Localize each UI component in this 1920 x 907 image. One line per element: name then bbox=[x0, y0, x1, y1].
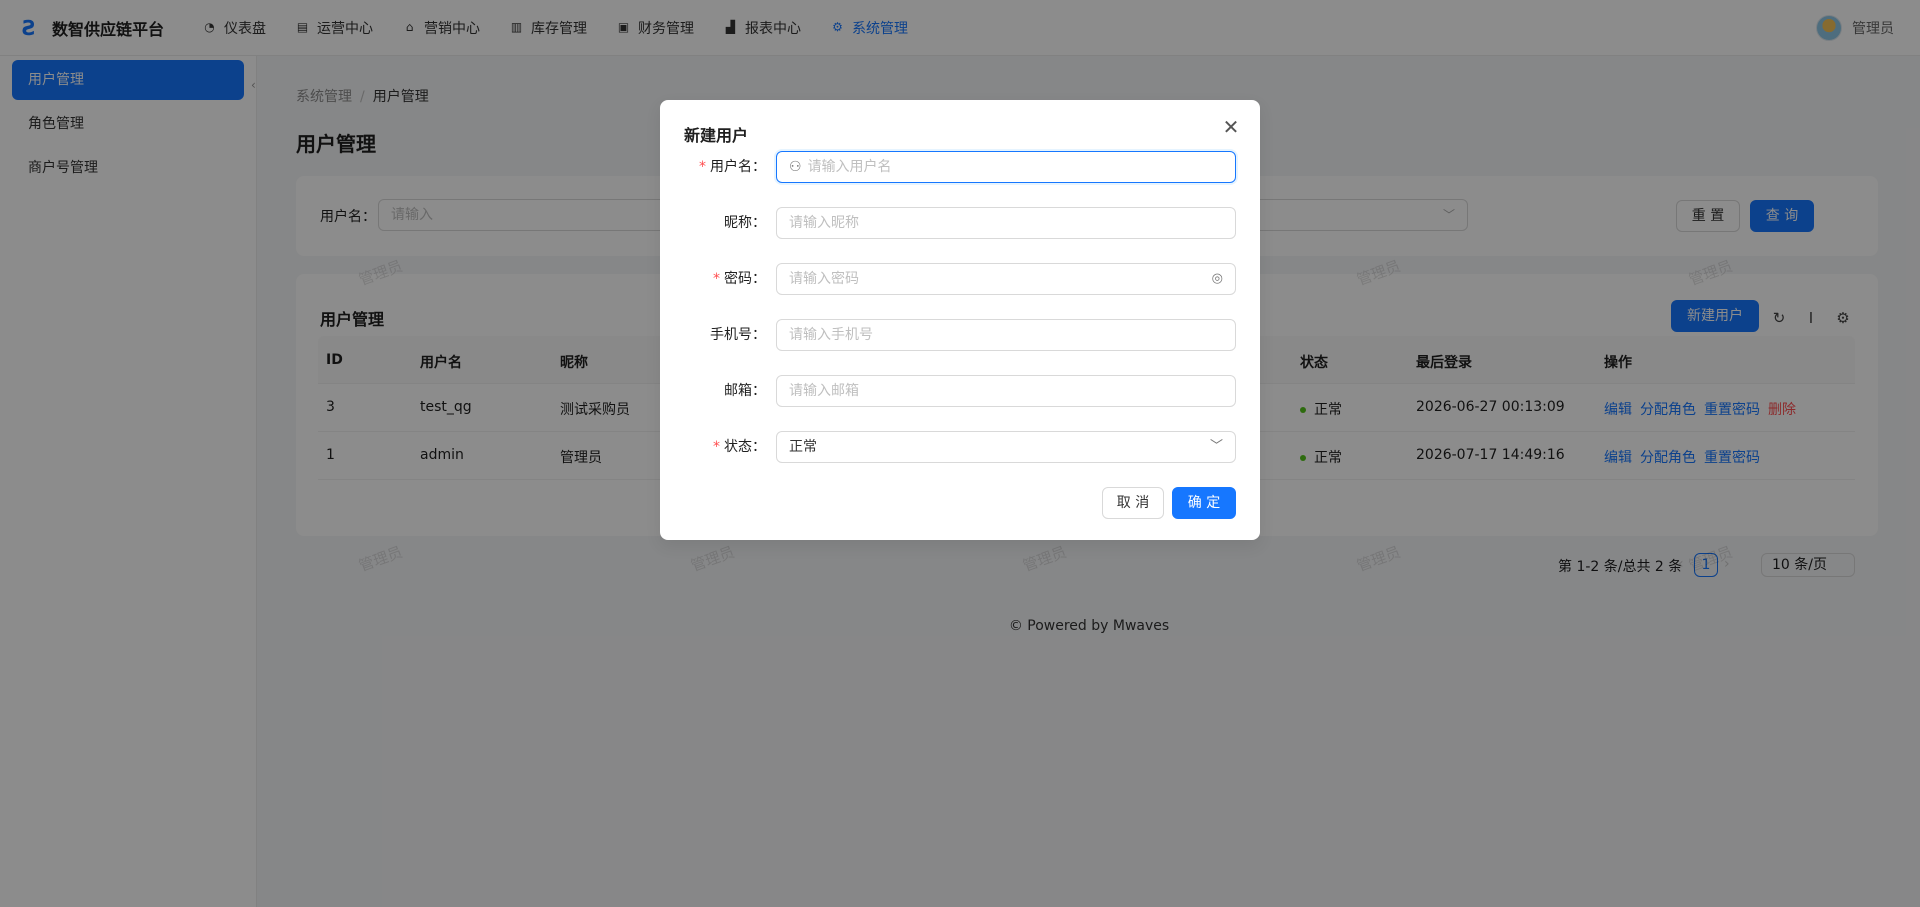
status-label: * 状态： bbox=[713, 439, 766, 455]
close-icon[interactable]: ✕ bbox=[1220, 116, 1242, 138]
password-field[interactable]: 请输入密码 ◎ bbox=[776, 263, 1236, 295]
nickname-placeholder: 请输入昵称 bbox=[789, 215, 859, 231]
status-value: 正常 bbox=[789, 439, 817, 455]
username-label-text: 用户名 bbox=[710, 159, 752, 175]
nickname-field[interactable]: 请输入昵称 bbox=[776, 207, 1236, 239]
status-label-text: 状态 bbox=[724, 439, 752, 455]
ok-button[interactable]: 确 定 bbox=[1172, 487, 1236, 519]
email-field[interactable]: 请输入邮箱 bbox=[776, 375, 1236, 407]
user-icon: ⚇ bbox=[789, 159, 802, 175]
eye-invisible-icon[interactable]: ◎ bbox=[1212, 264, 1223, 294]
new-user-modal: 新建用户 ✕ * 用户名： ⚇ 请输入用户名 昵称： 请输入昵称 * 密码： 请输入密… bbox=[660, 100, 1260, 540]
email-label: 邮箱： bbox=[724, 383, 766, 399]
nickname-label: 昵称： bbox=[724, 215, 766, 231]
username-label: * 用户名： bbox=[699, 159, 766, 175]
username-field[interactable]: ⚇ 请输入用户名 bbox=[776, 151, 1236, 183]
nickname-label-text: 昵称 bbox=[724, 215, 752, 231]
phone-field[interactable]: 请输入手机号 bbox=[776, 319, 1236, 351]
cancel-button[interactable]: 取 消 bbox=[1102, 487, 1164, 519]
phone-label-text: 手机号 bbox=[710, 327, 752, 343]
password-label-text: 密码 bbox=[724, 271, 752, 287]
username-placeholder: 请输入用户名 bbox=[807, 159, 892, 175]
chevron-down-icon: ﹀ bbox=[1209, 439, 1223, 454]
email-label-text: 邮箱 bbox=[724, 383, 752, 399]
phone-placeholder: 请输入手机号 bbox=[789, 327, 873, 343]
phone-label: 手机号： bbox=[710, 327, 766, 343]
password-placeholder: 请输入密码 bbox=[789, 271, 859, 287]
required-mark: * bbox=[713, 271, 720, 287]
email-placeholder: 请输入邮箱 bbox=[789, 383, 859, 399]
required-mark: * bbox=[699, 159, 706, 175]
modal-title: 新建用户 bbox=[684, 126, 749, 145]
password-label: * 密码： bbox=[713, 271, 766, 287]
required-mark: * bbox=[713, 439, 720, 455]
status-select[interactable]: 正常 ﹀ bbox=[776, 431, 1236, 463]
